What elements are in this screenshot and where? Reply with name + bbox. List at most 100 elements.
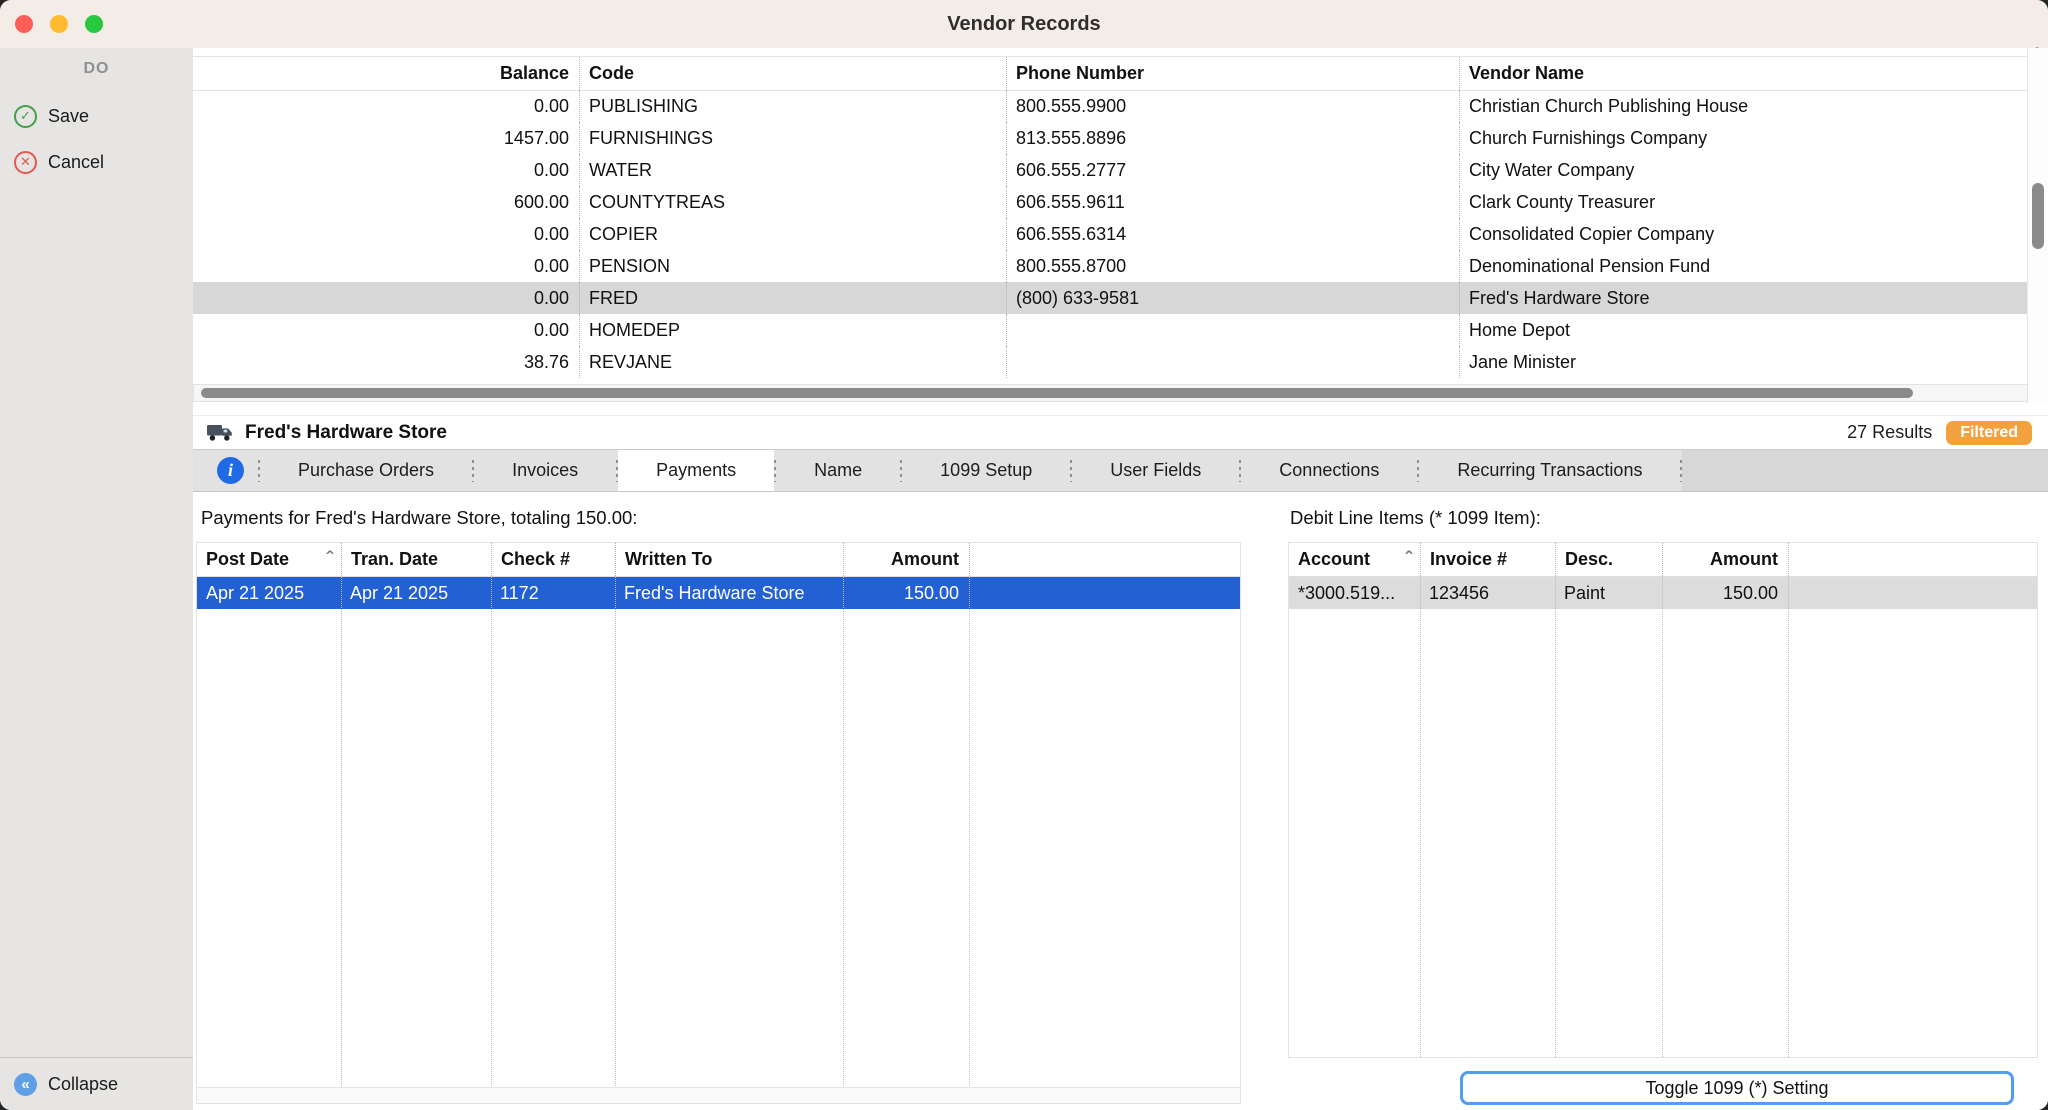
- payment-tran-date: Apr 21 2025: [341, 577, 491, 609]
- vendor-row[interactable]: 1457.00 FURNISHINGS 813.555.8896 Church …: [193, 122, 2028, 154]
- column-header-amount[interactable]: Amount: [843, 543, 969, 576]
- vendor-code: COPIER: [579, 218, 1006, 250]
- vendor-name: Consolidated Copier Company: [1459, 218, 2028, 250]
- vendor-list: Balance Code Phone Number Vendor Name 0.…: [193, 48, 2048, 415]
- vendor-row[interactable]: 600.00 COUNTYTREAS 606.555.9611 Clark Co…: [193, 186, 2028, 218]
- column-header-check-number[interactable]: Check #: [491, 543, 615, 576]
- vendor-row[interactable]: 0.00 HOMEDEP Home Depot: [193, 314, 2028, 346]
- sort-ascending-icon: ˆ: [1405, 555, 1412, 565]
- payments-tab-content: Payments for Fred's Hardware Store, tota…: [193, 492, 2048, 1110]
- info-icon[interactable]: i: [217, 457, 244, 484]
- payments-horizontal-scrollbar[interactable]: [197, 1087, 1240, 1103]
- vendor-phone: 606.555.9611: [1006, 186, 1459, 218]
- vendor-row[interactable]: 38.76 REVJANE Jane Minister: [193, 346, 2028, 378]
- tab-recurring-transactions[interactable]: Recurring Transactions: [1419, 450, 1680, 491]
- column-header-balance[interactable]: Balance: [193, 57, 579, 90]
- debit-line-items-table: Account ˆ Invoice # Desc. Amount *3000.5…: [1288, 542, 2038, 1058]
- vendor-row-selected[interactable]: 0.00 FRED (800) 633-9581 Fred's Hardware…: [193, 282, 2028, 314]
- vendor-row[interactable]: 0.00 PUBLISHING 800.555.9900 Christian C…: [193, 90, 2028, 122]
- check-circle-icon: ✓: [14, 105, 37, 128]
- vendor-table-header: Balance Code Phone Number Vendor Name: [193, 56, 2028, 91]
- column-divider: [1420, 576, 1421, 1057]
- vendor-phone: 800.555.8700: [1006, 250, 1459, 282]
- column-header-code[interactable]: Code: [579, 57, 1006, 90]
- vendor-code: FRED: [579, 282, 1006, 314]
- payment-check-number: 1172: [491, 577, 615, 609]
- debit-panel-title: Debit Line Items (* 1099 Item):: [1290, 507, 1541, 529]
- vendor-balance: 0.00: [193, 218, 579, 250]
- column-header-amount[interactable]: Amount: [1662, 543, 1788, 576]
- record-header: Fred's Hardware Store 27 Results Filtere…: [193, 415, 2048, 449]
- payment-written-to: Fred's Hardware Store: [615, 577, 843, 609]
- vendor-balance: 0.00: [193, 250, 579, 282]
- vendor-name: Fred's Hardware Store: [1459, 282, 2028, 314]
- toggle-1099-button[interactable]: Toggle 1099 (*) Setting: [1460, 1071, 2014, 1105]
- truck-icon: [207, 423, 234, 442]
- tab-payments[interactable]: Payments: [618, 450, 774, 491]
- debit-table-header: Account ˆ Invoice # Desc. Amount: [1289, 543, 2037, 577]
- tab-connections[interactable]: Connections: [1241, 450, 1417, 491]
- vendor-code: PUBLISHING: [579, 90, 1006, 122]
- vendor-vertical-scrollbar[interactable]: [2027, 48, 2048, 404]
- payments-panel-title: Payments for Fred's Hardware Store, tota…: [201, 507, 637, 529]
- vendor-horizontal-scrollbar[interactable]: [193, 384, 2028, 402]
- column-header-account[interactable]: Account ˆ: [1289, 543, 1420, 576]
- payments-table: Post Date ˆ Tran. Date Check # Written T…: [196, 542, 1241, 1104]
- column-header-blank: [969, 543, 1240, 576]
- column-divider: [615, 576, 616, 1088]
- vendor-phone: 800.555.9900: [1006, 90, 1459, 122]
- horizontal-scrollbar-thumb[interactable]: [201, 388, 1913, 398]
- titlebar: Vendor Records: [0, 0, 2048, 49]
- record-title: Fred's Hardware Store: [245, 422, 447, 444]
- collapse-button-label: Collapse: [48, 1074, 118, 1095]
- tab-purchase-orders[interactable]: Purchase Orders: [260, 450, 472, 491]
- payment-blank-cell: [969, 577, 1240, 609]
- column-header-post-date[interactable]: Post Date ˆ: [197, 543, 341, 576]
- tab-1099-setup[interactable]: 1099 Setup: [902, 450, 1070, 491]
- vendor-phone: 606.555.6314: [1006, 218, 1459, 250]
- payment-row-selected[interactable]: Apr 21 2025 Apr 21 2025 1172 Fred's Hard…: [197, 577, 1240, 609]
- sort-ascending-icon: ˆ: [326, 555, 333, 565]
- column-divider: [1788, 576, 1789, 1057]
- vertical-scrollbar-thumb[interactable]: [2032, 183, 2044, 249]
- vendor-name: Jane Minister: [1459, 346, 2028, 378]
- debit-amount: 150.00: [1662, 577, 1788, 609]
- payment-post-date: Apr 21 2025: [197, 577, 341, 609]
- column-header-vendor-name[interactable]: Vendor Name: [1459, 57, 2028, 90]
- column-header-label: Post Date: [206, 543, 289, 576]
- column-header-tran-date[interactable]: Tran. Date: [341, 543, 491, 576]
- vendor-code: REVJANE: [579, 346, 1006, 378]
- vendor-balance: 0.00: [193, 282, 579, 314]
- column-divider: [1555, 576, 1556, 1057]
- column-divider: [491, 576, 492, 1088]
- save-button-label: Save: [48, 106, 89, 127]
- vendor-phone: 606.555.2777: [1006, 154, 1459, 186]
- debit-blank-cell: [1788, 577, 2037, 609]
- collapse-chevrons-icon: «: [14, 1073, 37, 1096]
- tab-invoices[interactable]: Invoices: [474, 450, 616, 491]
- payments-table-header: Post Date ˆ Tran. Date Check # Written T…: [197, 543, 1240, 577]
- column-divider: [843, 576, 844, 1088]
- vendor-balance: 0.00: [193, 314, 579, 346]
- collapse-button[interactable]: « Collapse: [14, 1066, 118, 1102]
- cancel-button[interactable]: ✕ Cancel: [14, 144, 104, 180]
- save-button[interactable]: ✓ Save: [14, 98, 89, 134]
- filtered-badge[interactable]: Filtered: [1946, 421, 2032, 445]
- column-divider: [969, 576, 970, 1088]
- vendor-name: Clark County Treasurer: [1459, 186, 2028, 218]
- column-header-desc[interactable]: Desc.: [1555, 543, 1662, 576]
- column-divider: [1662, 576, 1663, 1057]
- vendor-phone: [1006, 346, 1459, 378]
- column-header-phone[interactable]: Phone Number: [1006, 57, 1459, 90]
- debit-row-selected[interactable]: *3000.519... 123456 Paint 150.00: [1289, 577, 2037, 609]
- vendor-row[interactable]: 0.00 COPIER 606.555.6314 Consolidated Co…: [193, 218, 2028, 250]
- vendor-phone: (800) 633-9581: [1006, 282, 1459, 314]
- vendor-row[interactable]: 0.00 PENSION 800.555.8700 Denominational…: [193, 250, 2028, 282]
- vendor-row[interactable]: 0.00 WATER 606.555.2777 City Water Compa…: [193, 154, 2028, 186]
- column-header-written-to[interactable]: Written To: [615, 543, 843, 576]
- tab-user-fields[interactable]: User Fields: [1072, 450, 1239, 491]
- payment-amount: 150.00: [843, 577, 969, 609]
- tab-bar-filler: [1682, 450, 2048, 491]
- tab-name[interactable]: Name: [776, 450, 900, 491]
- column-header-invoice-number[interactable]: Invoice #: [1420, 543, 1555, 576]
